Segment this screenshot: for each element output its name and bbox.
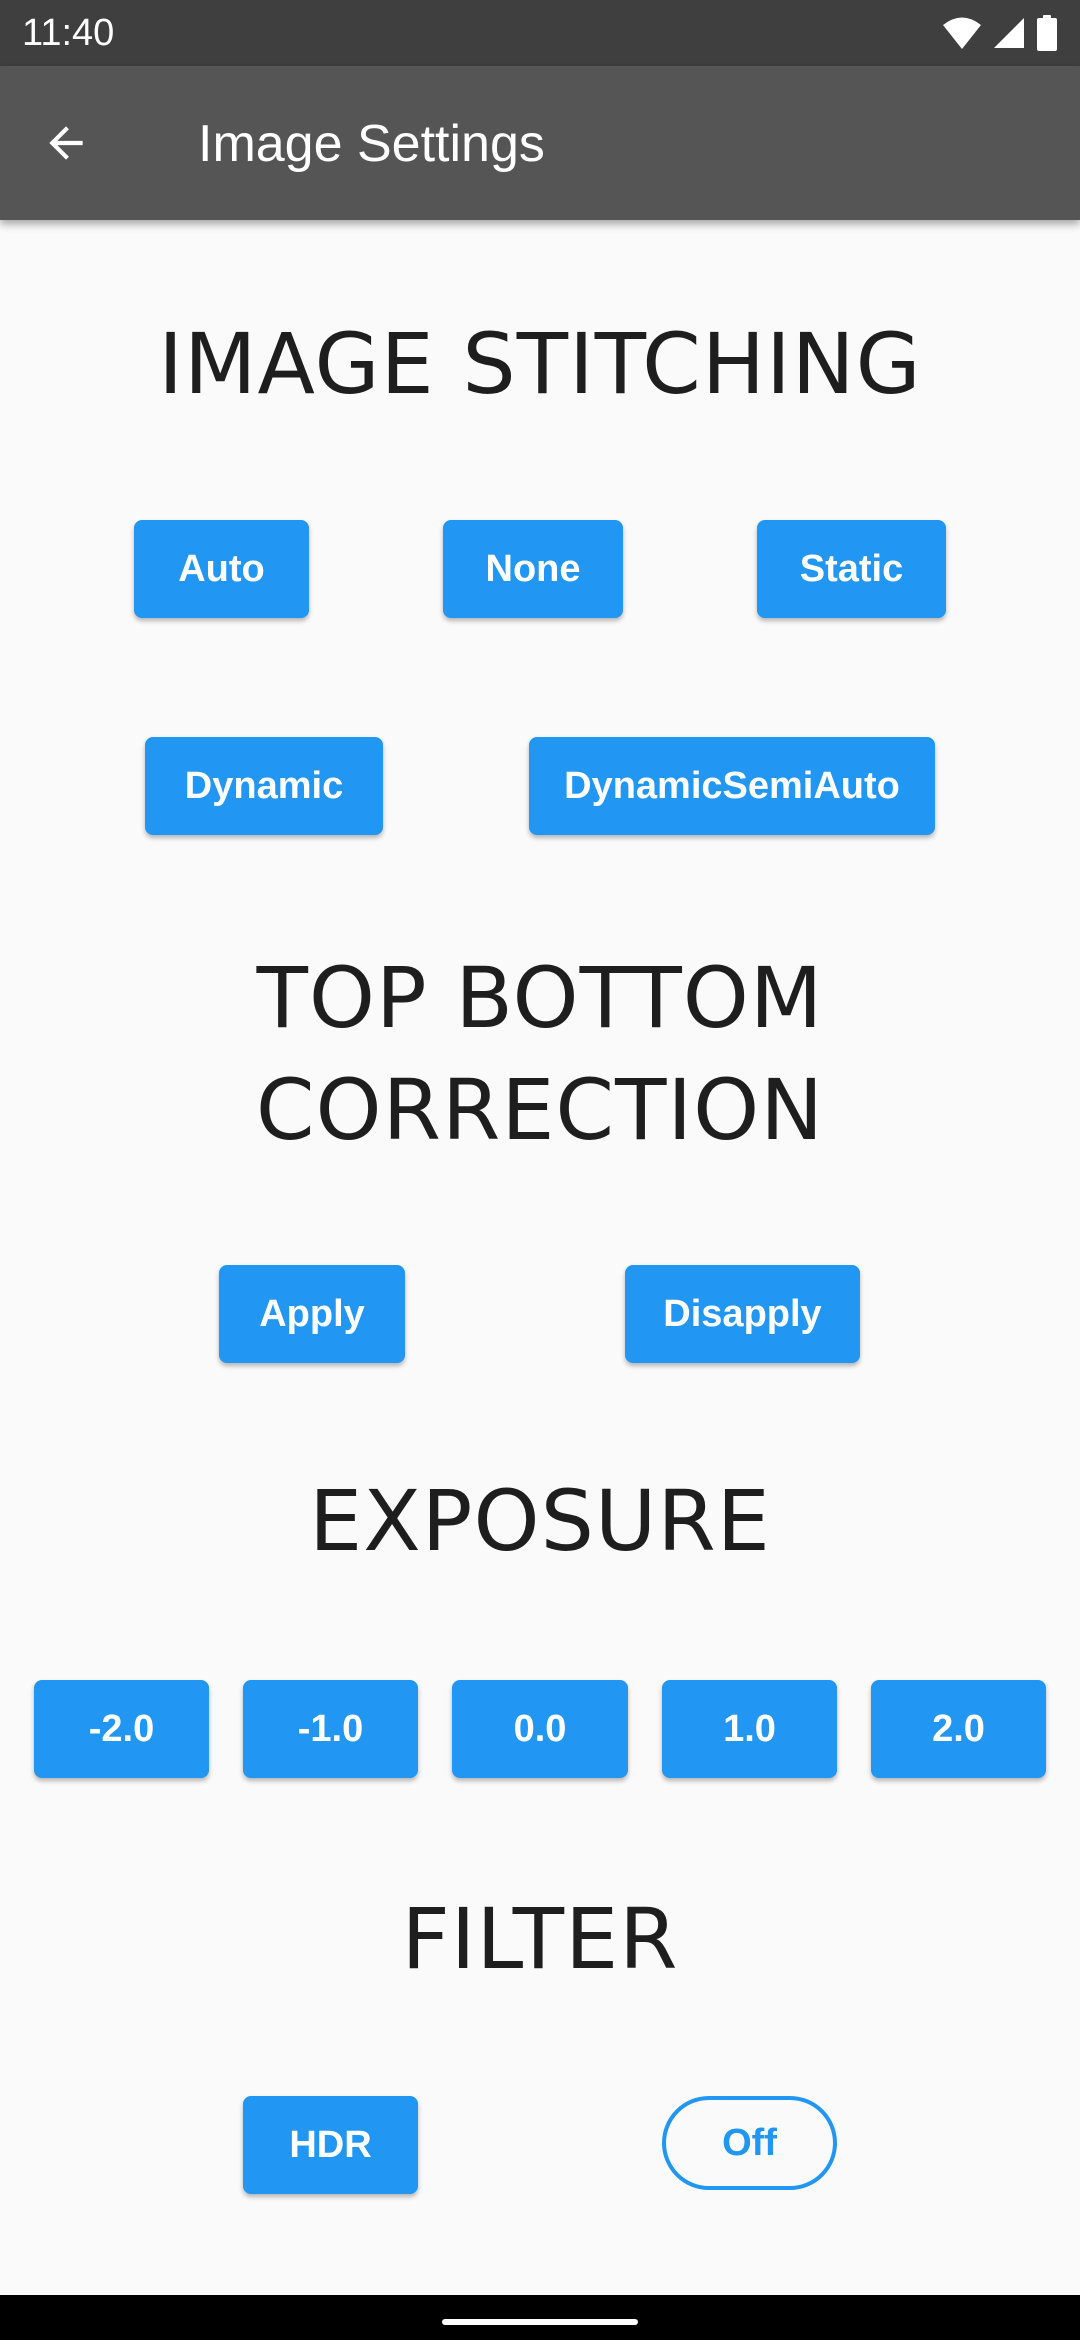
- app-bar: Image Settings: [0, 66, 1080, 220]
- correction-apply-button[interactable]: Apply: [219, 1265, 405, 1363]
- back-button[interactable]: [28, 105, 104, 181]
- section-title-image-stitching: IMAGE STITCHING: [158, 315, 922, 413]
- section-title-top-bottom-correction: TOP BOTTOM CORRECTION: [0, 942, 1080, 1166]
- section-title-filter: FILTER: [401, 1890, 679, 1988]
- exposure-plus-1-button[interactable]: 1.0: [662, 1680, 837, 1778]
- filter-hdr-button[interactable]: HDR: [243, 2096, 418, 2194]
- stitching-dynamic-semi-auto-button[interactable]: DynamicSemiAuto: [529, 737, 935, 835]
- status-bar: 11:40: [0, 0, 1080, 66]
- exposure-minus-2-button[interactable]: -2.0: [34, 1680, 209, 1778]
- exposure-plus-2-button[interactable]: 2.0: [871, 1680, 1046, 1778]
- navigation-bar: [0, 2295, 1080, 2340]
- exposure-minus-1-button[interactable]: -1.0: [243, 1680, 418, 1778]
- page-title: Image Settings: [198, 115, 545, 173]
- settings-content[interactable]: IMAGE STITCHING Auto None Static Dynamic…: [0, 220, 1080, 2295]
- section-title-line-1: TOP BOTTOM: [256, 949, 824, 1047]
- exposure-0-button[interactable]: 0.0: [452, 1680, 628, 1778]
- section-title-exposure: EXPOSURE: [309, 1472, 771, 1570]
- arrow-back-icon: [49, 126, 83, 160]
- battery-icon: [1037, 15, 1057, 51]
- correction-disapply-button[interactable]: Disapply: [625, 1265, 860, 1363]
- home-indicator[interactable]: [442, 2319, 638, 2325]
- stitching-auto-button[interactable]: Auto: [134, 520, 309, 618]
- stitching-none-button[interactable]: None: [443, 520, 623, 618]
- stitching-dynamic-button[interactable]: Dynamic: [145, 737, 383, 835]
- section-title-line-2: CORRECTION: [255, 1061, 825, 1159]
- stitching-static-button[interactable]: Static: [757, 520, 946, 618]
- signal-icon: [994, 18, 1024, 48]
- status-icons: [942, 14, 1058, 52]
- wifi-icon: [943, 17, 981, 49]
- filter-off-button[interactable]: Off: [662, 2096, 837, 2190]
- status-time: 11:40: [22, 12, 115, 54]
